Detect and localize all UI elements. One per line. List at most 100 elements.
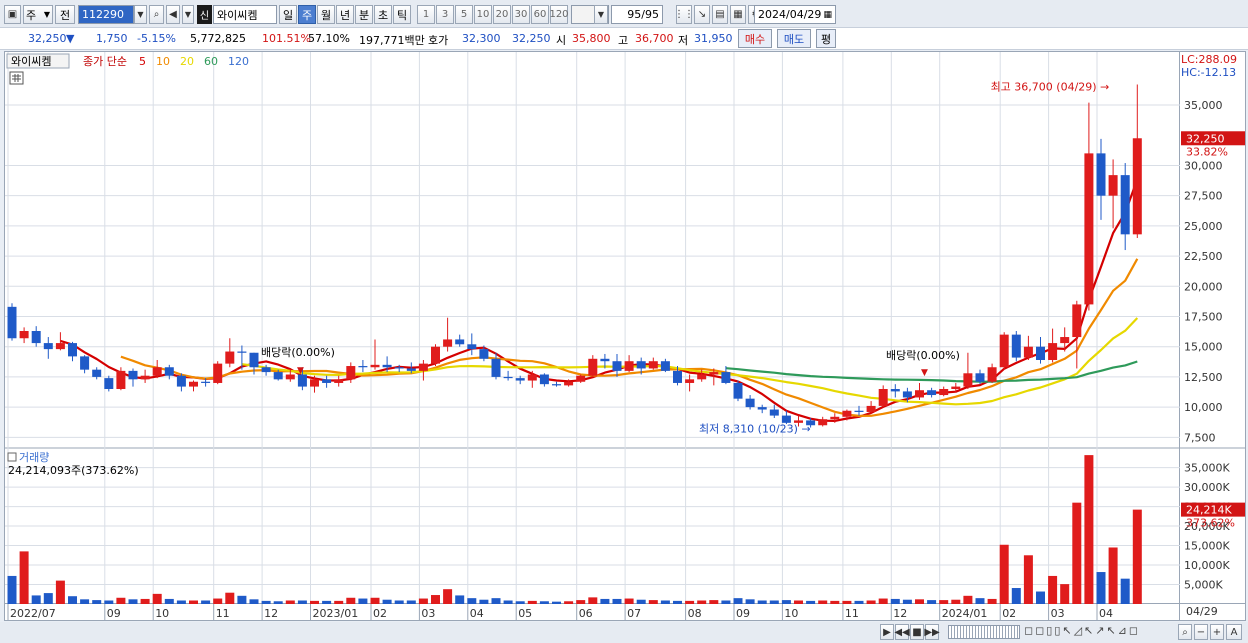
period-button[interactable]: 틱 <box>393 5 411 24</box>
code-dropdown-chevron-icon[interactable]: ▼ <box>134 5 147 24</box>
period-button[interactable]: 주 <box>298 5 316 24</box>
data-count-field[interactable]: 95/95 <box>611 5 663 24</box>
candle-body <box>987 367 997 382</box>
candle-body <box>322 379 332 383</box>
candle-body <box>418 363 428 371</box>
candle-body <box>636 361 646 369</box>
period-button[interactable]: 일 <box>279 5 297 24</box>
candle-body <box>1072 304 1082 338</box>
compare-icon[interactable]: ⋮⋮ <box>674 5 694 24</box>
chart-area[interactable]: 와이씨켐 종가 단순 5 10 20 60 120 최고 36,700 (04/29) → 최저… <box>4 51 1181 605</box>
candle-body <box>902 391 912 398</box>
candle-body <box>709 372 719 375</box>
low-price: 31,950 <box>694 32 733 45</box>
candle-body <box>225 351 235 364</box>
stock-name-field[interactable]: 와이씨켐 <box>213 5 277 24</box>
candle-body <box>273 372 283 380</box>
price-axis-canvas: LC:288.09HC:-12.13 7,500 10,000 12,500 15,00… <box>1180 53 1246 592</box>
interval-button[interactable]: 5 <box>455 5 473 24</box>
candle-body <box>92 369 102 377</box>
chevron-down-icon[interactable]: ▼ <box>594 5 608 24</box>
candle-body <box>963 373 973 387</box>
scroll-right-icon[interactable]: ▶ <box>880 624 894 640</box>
period-button[interactable]: 분 <box>355 5 373 24</box>
stock-code-input[interactable]: 112290 <box>78 5 134 24</box>
zoom-out-icon[interactable]: − <box>1194 624 1208 640</box>
zoom-out-magnifier-icon[interactable]: ⌕ <box>1178 624 1192 640</box>
calendar-icon: ▦ <box>823 9 832 20</box>
date-value: 2024/04/29 <box>758 8 822 21</box>
period-button[interactable]: 초 <box>374 5 392 24</box>
period-dropdown[interactable]: 주 ▼ <box>23 5 53 24</box>
time-tick-label: 04 <box>1099 607 1113 620</box>
interval-button[interactable]: 120 <box>549 5 569 24</box>
interval-button[interactable]: 3 <box>436 5 454 24</box>
interval-button[interactable]: 10 <box>474 5 492 24</box>
chevron-down-icon[interactable]: ▼ <box>182 5 194 24</box>
volume-ratio: 101.51% <box>262 32 311 45</box>
time-tick-label: 02 <box>1002 607 1016 620</box>
price-tick-label: 15,000 <box>1184 341 1223 354</box>
date-input[interactable]: 2024/04/29 ▦ <box>754 5 836 24</box>
interval-button[interactable]: 20 <box>493 5 511 24</box>
window-menu-icon[interactable]: ▣ <box>4 5 21 24</box>
rewind-icon[interactable]: ◀◀ <box>894 624 910 640</box>
sell-button[interactable]: 매도 <box>777 29 811 48</box>
chart-canvas[interactable]: 와이씨켐 종가 단순 5 10 20 60 120 최고 36,700 (04/29) → 최저… <box>5 52 1181 605</box>
candle-body <box>1120 175 1130 235</box>
price-tick-label: 20,000 <box>1184 280 1223 293</box>
candle-body <box>189 381 198 387</box>
zoom-in-icon[interactable]: + <box>1210 624 1224 640</box>
auto-scale-icon[interactable]: A <box>1226 624 1242 640</box>
candle-body <box>866 405 876 412</box>
speaker-icon[interactable]: ◀ <box>166 5 180 24</box>
price-tick-label: 12,500 <box>1184 371 1223 384</box>
scroll-slider[interactable] <box>948 625 1020 639</box>
volume-tick-label: 30,000K <box>1184 481 1230 494</box>
candle-body <box>491 358 501 377</box>
candle-body <box>648 361 658 369</box>
calendar-grid-icon[interactable]: ▦ <box>730 5 746 24</box>
volume-bar <box>963 595 973 604</box>
candle-body <box>539 374 549 385</box>
candle-body <box>334 379 344 383</box>
interval-button[interactable]: 1 <box>417 5 435 24</box>
candle-body <box>939 389 949 396</box>
time-tick-label: 10 <box>784 607 798 620</box>
interval-button-group: 1 3 5 10 20 30 60 120 <box>417 5 569 24</box>
candle-body <box>624 361 634 371</box>
period-button[interactable]: 년 <box>336 5 354 24</box>
price-tick-label: 27,500 <box>1184 190 1223 203</box>
quote-bar: 32,250 ▼ 1,750 -5.15% 5,772,825 101.51% … <box>0 28 1248 50</box>
volume-bar <box>1060 584 1070 604</box>
hc-label: HC:-12.13 <box>1181 66 1236 79</box>
interval-button[interactable]: 60 <box>531 5 549 24</box>
current-price: 32,250 <box>28 32 67 45</box>
legend-stock-name: 와이씨켐 <box>11 55 51 68</box>
fast-forward-icon[interactable]: ▶▶ <box>924 624 940 640</box>
interval-button[interactable]: 30 <box>512 5 530 24</box>
candle-body <box>310 379 319 387</box>
buy-button[interactable]: 매수 <box>738 29 772 48</box>
main-toolbar: ▣ 주 ▼ 전 112290 ▼ ⌕ ◀ ▼ 신 와이씨켐 일주월년분초틱 13… <box>0 0 1248 28</box>
last-date-label: 04/29 <box>1180 604 1246 621</box>
candle-body <box>527 374 537 381</box>
low-label: 저 <box>678 34 689 47</box>
volume-bar <box>68 596 77 604</box>
dividend-annotation: 배당락(0.00%) <box>261 346 335 359</box>
price-tick-label: 10,000 <box>1184 401 1223 414</box>
zoom-icon[interactable]: ↘ <box>694 5 710 24</box>
eval-button[interactable]: 평 <box>816 29 836 48</box>
legend-ma-period: 20 <box>180 55 194 68</box>
stop-icon[interactable]: ■ <box>910 624 924 640</box>
save-icon[interactable]: ▤ <box>712 5 728 24</box>
period-button[interactable]: 월 <box>317 5 335 24</box>
dividend-marker-icon: ▼ <box>297 366 304 376</box>
candle-body <box>1096 153 1106 196</box>
search-icon[interactable]: ⌕ <box>149 5 164 24</box>
prev-button[interactable]: 전 <box>55 5 75 24</box>
volume-bar <box>237 595 247 604</box>
drawing-tools[interactable]: ◻◻▯▯↖◿↖↗↖⊿◻ <box>1024 624 1174 640</box>
candle-body <box>515 378 525 381</box>
legend-ma-period: 5 <box>139 55 146 68</box>
